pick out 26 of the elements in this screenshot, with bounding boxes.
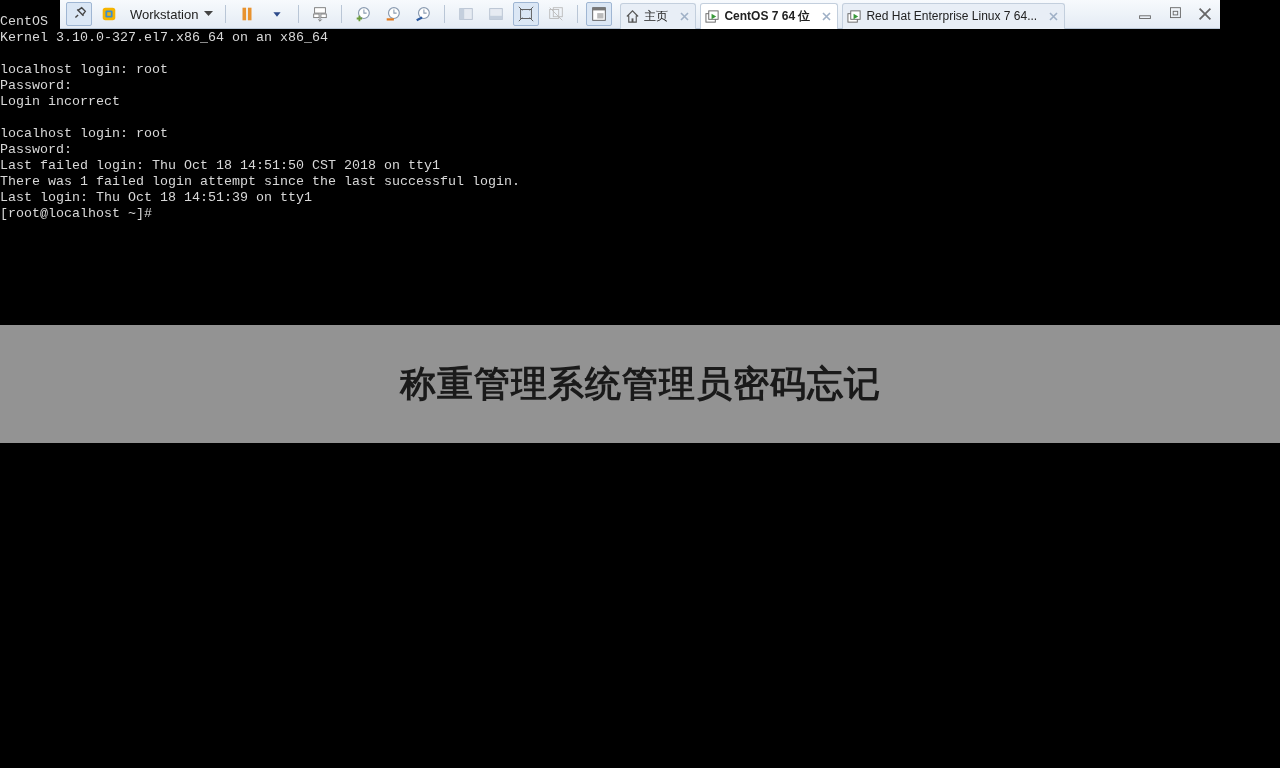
tab-close-button[interactable] (822, 11, 832, 21)
console-line: Password: (0, 142, 72, 158)
console-line: There was 1 failed login attempt since the last successful login. (0, 174, 520, 190)
console-line: Last failed login: Thu Oct 18 14:51:50 CST 2018 on tty1 (0, 158, 440, 174)
tab[interactable]: 主页 (620, 2, 697, 29)
console-line: Login incorrect (0, 94, 120, 110)
console-line: Password: (0, 78, 72, 94)
banner-title: 称重管理系统管理员密码忘记 (399, 361, 881, 406)
tab[interactable]: CentOS 7 64 位 (700, 2, 839, 29)
console-line: CentOS (0, 14, 48, 30)
tab-close-button[interactable] (1049, 11, 1059, 21)
caret-icon (204, 11, 214, 17)
console-line: Last login: Thu Oct 18 14:51:39 on tty1 (0, 190, 312, 206)
console-line: localhost login: root (0, 62, 168, 78)
tab-close-button[interactable] (680, 11, 690, 21)
workstation-menu[interactable]: Workstation (124, 2, 220, 26)
virtual-machine-icon (705, 8, 721, 24)
virtual-machine-icon (847, 8, 863, 24)
pin-icon[interactable] (66, 2, 92, 26)
console-line: Kernel 3.10.0-327.el7.x86_64 on an x86_64 (0, 30, 328, 46)
console-line: [root@localhost ~]# (0, 206, 152, 222)
console-view-icon[interactable] (586, 2, 613, 26)
tab[interactable]: Red Hat Enterprise Linux 7 64... (842, 2, 1066, 29)
console-line: localhost login: root (0, 126, 168, 142)
full-screen-icon[interactable] (513, 2, 540, 26)
home-icon (625, 8, 641, 24)
